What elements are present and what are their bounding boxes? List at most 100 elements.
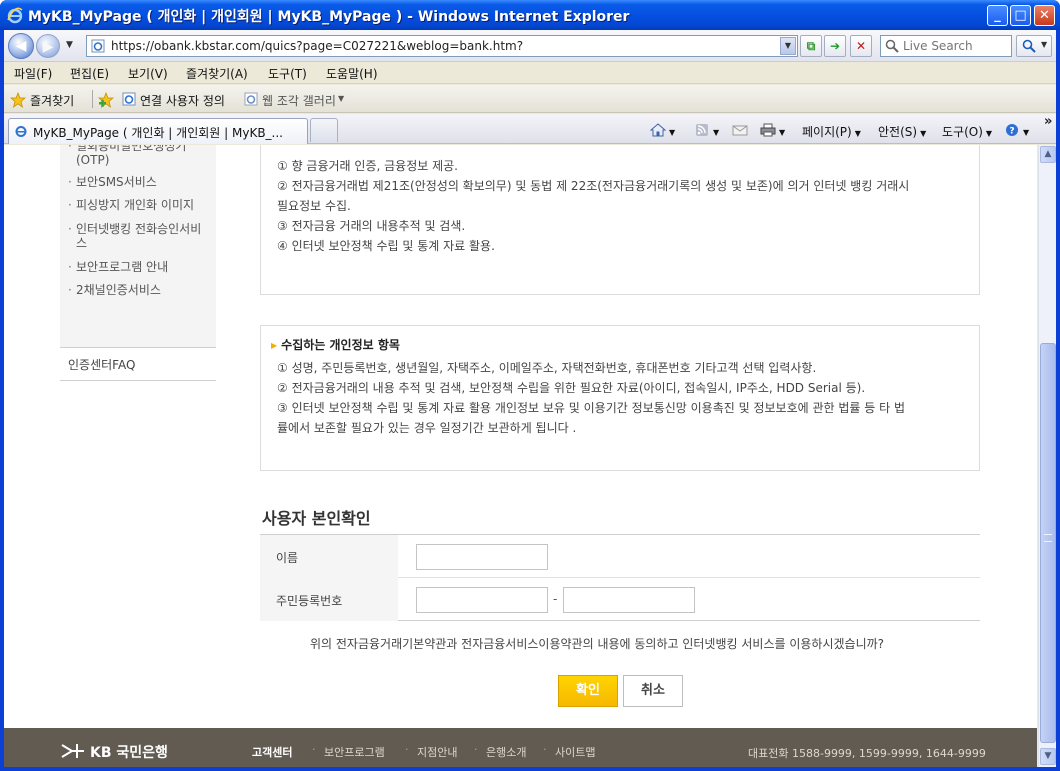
forward-button[interactable]: ▶ — [36, 34, 60, 58]
chevron-down-icon: ▼ — [1023, 128, 1030, 137]
footer-separator: · — [474, 743, 478, 756]
footer-link-security-program[interactable]: 보안프로그램 — [324, 744, 385, 760]
ssn-label: 주민등록번호 — [276, 594, 343, 608]
collected-items-box: ▶ 수집하는 개인정보 항목 ① 성명, 주민등록번호, 생년월일, 자택주소, … — [260, 325, 980, 471]
collection-purpose-box: ① 향 금융거래 인증, 금융정보 제공. ② 전자금융거래법 제21조(안정성… — [260, 145, 980, 295]
ie-page-icon — [91, 39, 105, 53]
add-favorite-icon[interactable] — [98, 92, 114, 108]
scrollbar-thumb[interactable] — [1040, 343, 1056, 743]
feeds-button[interactable]: ▼ — [694, 123, 719, 138]
address-dropdown-button[interactable]: ▼ — [780, 37, 796, 55]
ssn-front-input[interactable] — [416, 587, 548, 613]
tools-menu[interactable]: 도구(O) ▼ — [942, 123, 992, 140]
menu-view[interactable]: 보기(V) — [128, 65, 168, 82]
tab-title: MyKB_MyPage ( 개인화 | 개인회원 | MyKB_... — [33, 126, 283, 140]
identity-verification-title: 사용자 본인확인 — [262, 509, 371, 528]
purpose-line: 필요정보 수집. — [277, 199, 351, 213]
bullet-icon: · — [68, 175, 72, 189]
page-menu-label: 페이지(P) — [802, 125, 852, 139]
close-button[interactable]: ✕ — [1034, 5, 1055, 26]
home-button[interactable]: ▼ — [650, 123, 675, 138]
minimize-button[interactable]: _ — [987, 5, 1008, 26]
form-label-cell: 주민등록번호 — [260, 578, 398, 621]
footer-phone-numbers: 대표전화 1588-9999, 1599-9999, 1644-9999 — [748, 747, 986, 760]
mail-icon — [732, 125, 748, 136]
stop-button[interactable]: ✕ — [850, 35, 872, 57]
bullet-icon: · — [68, 198, 72, 212]
collected-item-line: 률에서 보존할 필요가 있는 경우 일정기간 보관하게 됩니다 . — [277, 421, 577, 435]
cancel-button[interactable]: 취소 — [623, 675, 683, 707]
back-button[interactable]: ◀ — [8, 33, 34, 59]
favorites-star-icon[interactable] — [10, 92, 26, 108]
ie-page-icon — [15, 126, 27, 137]
collected-item-line: ② 전자금융거래의 내용 추적 및 검색, 보안정책 수립을 위한 필요한 자료… — [277, 381, 866, 395]
menu-help[interactable]: 도움말(H) — [326, 65, 378, 82]
confirm-button[interactable]: 확인 — [558, 675, 618, 707]
maximize-button[interactable]: □ — [1010, 5, 1031, 26]
kb-star-icon — [61, 744, 84, 758]
page-menu[interactable]: 페이지(P) ▼ — [802, 123, 861, 140]
ie-page-icon — [122, 92, 136, 106]
search-icon — [885, 39, 899, 53]
footer-separator: · — [405, 743, 409, 756]
footer-link-sitemap[interactable]: 사이트맵 — [555, 744, 595, 760]
menu-file[interactable]: 파일(F) — [14, 65, 52, 82]
safety-menu[interactable]: 안전(S) ▼ — [878, 123, 926, 140]
search-box[interactable] — [880, 35, 1012, 57]
favorite-link-label: 웹 조각 갤러리 — [262, 94, 336, 108]
safety-menu-label: 안전(S) — [878, 125, 918, 139]
scroll-up-button[interactable]: ▲ — [1040, 146, 1056, 163]
ie-logo-icon — [7, 7, 23, 24]
nav-item-auth-faq[interactable]: 인증센터FAQ — [68, 356, 135, 373]
read-mail-button[interactable] — [732, 123, 748, 138]
chevron-down-icon: ▼ — [854, 129, 861, 138]
chevron-down-icon: ▼ — [1041, 40, 1048, 49]
favorites-label[interactable]: 즐겨찾기 — [30, 92, 74, 109]
compatibility-button[interactable]: ⧉ — [800, 35, 822, 57]
collected-item-line: ① 성명, 주민등록번호, 생년월일, 자택주소, 이메일주소, 자택전화번호,… — [277, 361, 817, 375]
new-tab-button[interactable] — [310, 118, 338, 142]
arrow-right-icon: ▶ — [42, 39, 54, 55]
ie-page-icon — [244, 92, 258, 106]
purpose-line: ② 전자금융거래법 제21조(안정성의 확보의무) 및 동법 제 22조(전자금… — [277, 179, 910, 193]
menu-tools[interactable]: 도구(T) — [268, 65, 307, 82]
search-button[interactable]: ▼ — [1016, 35, 1052, 57]
name-label: 이름 — [276, 551, 299, 565]
menu-edit[interactable]: 편집(E) — [70, 65, 109, 82]
bullet-icon: · — [68, 283, 72, 297]
search-input[interactable] — [903, 38, 1009, 54]
scroll-down-button[interactable]: ▼ — [1040, 748, 1056, 765]
bullet-icon: · — [68, 145, 72, 153]
menu-favorites[interactable]: 즐겨찾기(A) — [186, 65, 248, 82]
ssn-back-input[interactable] — [563, 587, 695, 613]
home-icon — [650, 123, 666, 137]
bullet-icon: · — [68, 260, 72, 274]
chevron-up-icon: ▲ — [1044, 149, 1052, 159]
form-label-cell: 이름 — [260, 535, 398, 578]
recent-pages-dropdown-icon[interactable]: ▼ — [66, 40, 73, 50]
go-button[interactable]: ➔ — [824, 35, 846, 57]
footer-separator: · — [312, 743, 316, 756]
kb-logo-text: KB 국민은행 — [90, 745, 168, 761]
title-bar[interactable]: MyKB_MyPage ( 개인화 | 개인회원 | MyKB_MyPage )… — [0, 0, 1060, 30]
footer-link-about[interactable]: 은행소개 — [486, 744, 526, 760]
footer-link-customer-center[interactable]: 고객센터 — [252, 744, 292, 760]
address-url[interactable]: https://obank.kbstar.com/quics?page=C027… — [111, 39, 523, 53]
address-toolbar: ◀ ▶ ▼ https://obank.kbstar.com/quics?pag… — [4, 30, 1056, 62]
address-bar[interactable]: https://obank.kbstar.com/quics?page=C027… — [86, 35, 798, 57]
favorites-bar: 즐겨찾기 연결 사용자 정의 웹 조각 갤러리 ▼ — [4, 85, 1056, 113]
chevron-down-icon: ▼ — [779, 128, 786, 137]
tab-mykb-mypage[interactable]: MyKB_MyPage ( 개인화 | 개인회원 | MyKB_... — [8, 118, 308, 144]
help-button[interactable]: ? ▼ — [1004, 123, 1029, 138]
footer-link-branch[interactable]: 지점안내 — [417, 744, 457, 760]
vertical-scrollbar[interactable]: ▲ ▼ — [1038, 145, 1056, 767]
window-title: MyKB_MyPage ( 개인화 | 개인회원 | MyKB_MyPage )… — [28, 9, 630, 25]
print-button[interactable]: ▼ — [760, 123, 785, 138]
collected-items-heading: ▶ 수집하는 개인정보 항목 — [271, 338, 400, 352]
nav-divider — [60, 380, 216, 381]
toolbar-overflow-icon[interactable]: » — [1044, 114, 1052, 129]
purpose-line: ① 향 금융거래 인증, 금융정보 제공. — [277, 159, 458, 173]
name-input[interactable] — [416, 544, 548, 570]
kb-bank-logo[interactable]: KB 국민은행 — [60, 740, 190, 762]
svg-text:?: ? — [1009, 127, 1014, 137]
